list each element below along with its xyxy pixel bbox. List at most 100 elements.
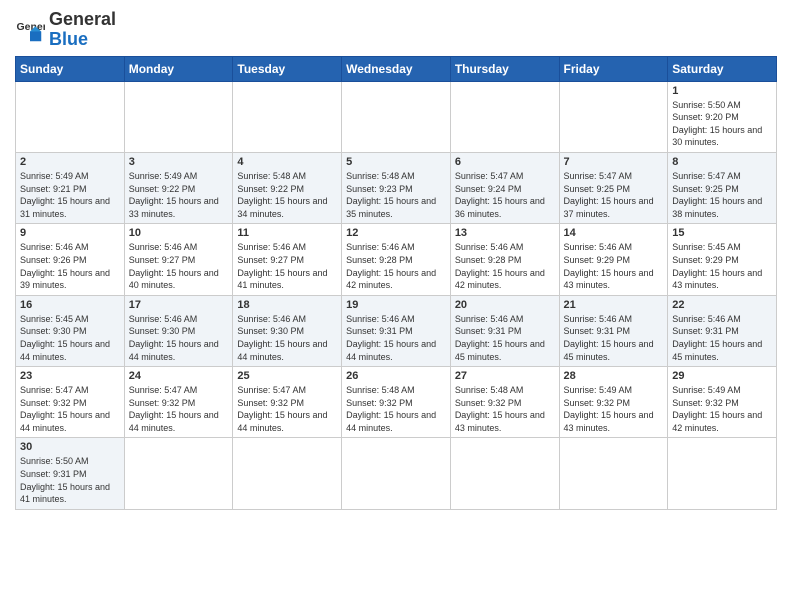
calendar-week-row: 9Sunrise: 5:46 AMSunset: 9:26 PMDaylight… [16, 224, 777, 295]
page-header: General GeneralBlue [15, 10, 777, 50]
col-header-thursday: Thursday [450, 56, 559, 81]
day-sun-info: Sunrise: 5:50 AMSunset: 9:31 PMDaylight:… [20, 455, 120, 505]
day-number: 7 [564, 156, 664, 168]
day-sun-info: Sunrise: 5:47 AMSunset: 9:25 PMDaylight:… [564, 170, 664, 220]
calendar-cell: 17 Sunrise: 5:46 AMSunset: 9:30 PMDayligh… [124, 295, 233, 366]
day-number: 17 [129, 299, 229, 311]
day-sun-info: Sunrise: 5:49 AMSunset: 9:32 PMDaylight:… [672, 384, 772, 434]
calendar-cell: 6Sunrise: 5:47 AMSunset: 9:24 PMDaylight… [450, 152, 559, 223]
calendar-cell: 16 Sunrise: 5:45 AMSunset: 9:30 PMDayligh… [16, 295, 125, 366]
day-sun-info: Sunrise: 5:48 AMSunset: 9:32 PMDaylight:… [346, 384, 446, 434]
calendar-cell: 3 Sunrise: 5:49 AMSunset: 9:22 PMDaylight… [124, 152, 233, 223]
day-sun-info: Sunrise: 5:46 AMSunset: 9:28 PMDaylight:… [346, 241, 446, 291]
day-sun-info: Sunrise: 5:47 AMSunset: 9:32 PMDaylight:… [237, 384, 337, 434]
day-number: 13 [455, 227, 555, 239]
day-sun-info: Sunrise: 5:47 AMSunset: 9:24 PMDaylight:… [455, 170, 555, 220]
logo: General GeneralBlue [15, 10, 116, 50]
calendar-cell: 28 Sunrise: 5:49 AMSunset: 9:32 PMDayligh… [559, 367, 668, 438]
day-sun-info: Sunrise: 5:48 AMSunset: 9:23 PMDaylight:… [346, 170, 446, 220]
col-header-sunday: Sunday [16, 56, 125, 81]
day-sun-info: Sunrise: 5:46 AMSunset: 9:30 PMDaylight:… [237, 313, 337, 363]
col-header-tuesday: Tuesday [233, 56, 342, 81]
calendar-cell: 4 Sunrise: 5:48 AMSunset: 9:22 PMDaylight… [233, 152, 342, 223]
calendar-cell [450, 438, 559, 509]
calendar-cell: 30 Sunrise: 5:50 AMSunset: 9:31 PMDayligh… [16, 438, 125, 509]
day-number: 8 [672, 156, 772, 168]
day-number: 30 [20, 441, 120, 453]
calendar-cell: 9Sunrise: 5:46 AMSunset: 9:26 PMDaylight… [16, 224, 125, 295]
day-number: 3 [129, 156, 229, 168]
day-number: 28 [564, 370, 664, 382]
calendar-week-row: 1Sunrise: 5:50 AMSunset: 9:20 PMDaylight… [16, 81, 777, 152]
day-number: 2 [20, 156, 120, 168]
day-sun-info: Sunrise: 5:46 AMSunset: 9:31 PMDaylight:… [564, 313, 664, 363]
calendar-cell: 8Sunrise: 5:47 AMSunset: 9:25 PMDaylight… [668, 152, 777, 223]
day-number: 29 [672, 370, 772, 382]
calendar-cell: 15Sunrise: 5:45 AMSunset: 9:29 PMDayligh… [668, 224, 777, 295]
day-number: 4 [237, 156, 337, 168]
day-sun-info: Sunrise: 5:46 AMSunset: 9:31 PMDaylight:… [672, 313, 772, 363]
calendar-week-row: 2 Sunrise: 5:49 AMSunset: 9:21 PMDaylight… [16, 152, 777, 223]
calendar-cell [559, 438, 668, 509]
calendar-cell: 7 Sunrise: 5:47 AMSunset: 9:25 PMDaylight… [559, 152, 668, 223]
calendar-cell: 13Sunrise: 5:46 AMSunset: 9:28 PMDayligh… [450, 224, 559, 295]
calendar-cell [342, 438, 451, 509]
day-sun-info: Sunrise: 5:46 AMSunset: 9:29 PMDaylight:… [564, 241, 664, 291]
calendar-cell [450, 81, 559, 152]
day-sun-info: Sunrise: 5:46 AMSunset: 9:30 PMDaylight:… [129, 313, 229, 363]
calendar-cell: 18Sunrise: 5:46 AMSunset: 9:30 PMDayligh… [233, 295, 342, 366]
day-sun-info: Sunrise: 5:47 AMSunset: 9:32 PMDaylight:… [20, 384, 120, 434]
calendar-week-row: 16 Sunrise: 5:45 AMSunset: 9:30 PMDayligh… [16, 295, 777, 366]
day-number: 5 [346, 156, 446, 168]
day-number: 21 [564, 299, 664, 311]
day-number: 24 [129, 370, 229, 382]
calendar-cell: 14 Sunrise: 5:46 AMSunset: 9:29 PMDayligh… [559, 224, 668, 295]
calendar-cell: 5 Sunrise: 5:48 AMSunset: 9:23 PMDaylight… [342, 152, 451, 223]
calendar-cell: 23 Sunrise: 5:47 AMSunset: 9:32 PMDayligh… [16, 367, 125, 438]
day-sun-info: Sunrise: 5:50 AMSunset: 9:20 PMDaylight:… [672, 99, 772, 149]
calendar-cell: 1Sunrise: 5:50 AMSunset: 9:20 PMDaylight… [668, 81, 777, 152]
day-sun-info: Sunrise: 5:48 AMSunset: 9:22 PMDaylight:… [237, 170, 337, 220]
day-number: 26 [346, 370, 446, 382]
logo-text: GeneralBlue [49, 10, 116, 50]
calendar-cell: 10Sunrise: 5:46 AMSunset: 9:27 PMDayligh… [124, 224, 233, 295]
calendar-cell [668, 438, 777, 509]
calendar-cell [16, 81, 125, 152]
calendar-cell [124, 438, 233, 509]
day-number: 16 [20, 299, 120, 311]
col-header-wednesday: Wednesday [342, 56, 451, 81]
calendar-cell [124, 81, 233, 152]
day-sun-info: Sunrise: 5:46 AMSunset: 9:27 PMDaylight:… [129, 241, 229, 291]
day-sun-info: Sunrise: 5:45 AMSunset: 9:30 PMDaylight:… [20, 313, 120, 363]
calendar-cell: 24 Sunrise: 5:47 AMSunset: 9:32 PMDayligh… [124, 367, 233, 438]
calendar-cell [342, 81, 451, 152]
day-sun-info: Sunrise: 5:46 AMSunset: 9:31 PMDaylight:… [455, 313, 555, 363]
calendar-cell: 11 Sunrise: 5:46 AMSunset: 9:27 PMDayligh… [233, 224, 342, 295]
day-number: 14 [564, 227, 664, 239]
calendar-cell: 29 Sunrise: 5:49 AMSunset: 9:32 PMDayligh… [668, 367, 777, 438]
calendar-week-row: 30 Sunrise: 5:50 AMSunset: 9:31 PMDayligh… [16, 438, 777, 509]
col-header-monday: Monday [124, 56, 233, 81]
day-number: 9 [20, 227, 120, 239]
day-sun-info: Sunrise: 5:46 AMSunset: 9:31 PMDaylight:… [346, 313, 446, 363]
col-header-saturday: Saturday [668, 56, 777, 81]
calendar-cell: 12 Sunrise: 5:46 AMSunset: 9:28 PMDayligh… [342, 224, 451, 295]
generalblue-logo-icon: General [15, 15, 45, 45]
calendar-cell: 19 Sunrise: 5:46 AMSunset: 9:31 PMDayligh… [342, 295, 451, 366]
day-sun-info: Sunrise: 5:47 AMSunset: 9:32 PMDaylight:… [129, 384, 229, 434]
day-number: 15 [672, 227, 772, 239]
day-number: 19 [346, 299, 446, 311]
day-sun-info: Sunrise: 5:49 AMSunset: 9:21 PMDaylight:… [20, 170, 120, 220]
day-sun-info: Sunrise: 5:49 AMSunset: 9:22 PMDaylight:… [129, 170, 229, 220]
day-number: 23 [20, 370, 120, 382]
col-header-friday: Friday [559, 56, 668, 81]
calendar-cell: 21 Sunrise: 5:46 AMSunset: 9:31 PMDayligh… [559, 295, 668, 366]
calendar-cell: 27Sunrise: 5:48 AMSunset: 9:32 PMDayligh… [450, 367, 559, 438]
calendar-week-row: 23 Sunrise: 5:47 AMSunset: 9:32 PMDayligh… [16, 367, 777, 438]
day-sun-info: Sunrise: 5:46 AMSunset: 9:27 PMDaylight:… [237, 241, 337, 291]
calendar-cell [233, 81, 342, 152]
day-number: 12 [346, 227, 446, 239]
day-number: 11 [237, 227, 337, 239]
day-sun-info: Sunrise: 5:48 AMSunset: 9:32 PMDaylight:… [455, 384, 555, 434]
day-sun-info: Sunrise: 5:49 AMSunset: 9:32 PMDaylight:… [564, 384, 664, 434]
